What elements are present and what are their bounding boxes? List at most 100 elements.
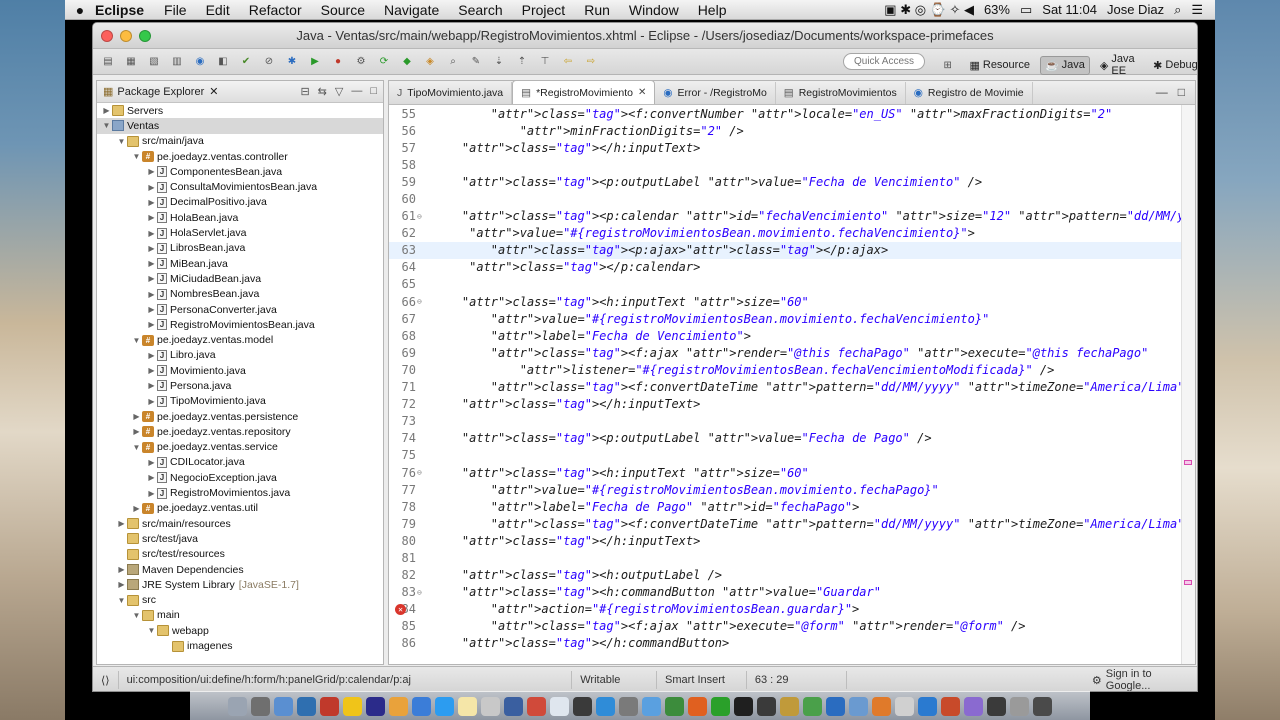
close-view-icon[interactable]: ✕	[209, 85, 218, 98]
perspective-java[interactable]: ☕ Java	[1039, 55, 1090, 75]
code-line[interactable]: 59 "attr">class="tag"><p:outputLabel "at…	[389, 173, 1181, 190]
tree-item[interactable]: ▼ # pe.joedayz.ventas.model	[97, 332, 383, 347]
dock-app-icon[interactable]	[320, 696, 339, 716]
dock-app-icon[interactable]	[826, 696, 845, 716]
code-line[interactable]: 65	[389, 276, 1181, 293]
code-line[interactable]: 85 "attr">class="tag"><f:ajax "attr">exe…	[389, 618, 1181, 635]
expand-toggle-icon[interactable]: ▶	[101, 106, 112, 115]
dock-app-icon[interactable]	[918, 696, 937, 716]
menu-refactor[interactable]: Refactor	[249, 2, 302, 18]
dock-app-icon[interactable]	[550, 696, 569, 716]
code-line[interactable]: 76 ⊖ "attr">class="tag"><h:inputText "att…	[389, 464, 1181, 481]
code-line[interactable]: 75	[389, 447, 1181, 464]
expand-toggle-icon[interactable]: ▶	[131, 504, 142, 513]
build-icon[interactable]: ⚙	[352, 54, 370, 70]
tree-item[interactable]: ▶ # pe.joedayz.ventas.persistence	[97, 409, 383, 424]
prev-annotation-icon[interactable]: ⇡	[513, 54, 531, 70]
expand-toggle-icon[interactable]: ▶	[116, 580, 127, 589]
server-icon[interactable]: ◧	[214, 54, 232, 70]
expand-toggle-icon[interactable]: ▶	[116, 565, 127, 574]
expand-toggle-icon[interactable]: ▶	[146, 198, 157, 207]
expand-toggle-icon[interactable]: ▶	[146, 397, 157, 406]
code-line[interactable]: 63 "attr">class="tag"><p:ajax>"attr">cla…	[389, 241, 1181, 259]
dock-app-icon[interactable]	[1033, 696, 1052, 716]
dock-app-icon[interactable]	[504, 696, 523, 716]
menu-window[interactable]: Window	[629, 2, 679, 18]
save-icon[interactable]: ▦	[122, 54, 140, 70]
code-line[interactable]: 66 ⊖ "attr">class="tag"><h:inputText "att…	[389, 293, 1181, 310]
dock-app-icon[interactable]	[481, 696, 500, 716]
code-line[interactable]: 74 "attr">class="tag"><p:outputLabel "at…	[389, 430, 1181, 447]
fold-toggle-icon[interactable]: ⊖	[417, 468, 422, 477]
expand-toggle-icon[interactable]: ▶	[146, 458, 157, 467]
tree-item[interactable]: ▶ src/main/resources	[97, 516, 383, 531]
expand-toggle-icon[interactable]: ▶	[131, 427, 142, 436]
tree-item[interactable]: ▶ J Persona.java	[97, 378, 383, 393]
breadcrumb-arrows-icon[interactable]: ⟨⟩	[93, 671, 119, 689]
expand-toggle-icon[interactable]: ▶	[146, 320, 157, 329]
tree-item[interactable]: ▼ # pe.joedayz.ventas.service	[97, 440, 383, 455]
tree-item[interactable]: ▶ J ConsultaMovimientosBean.java	[97, 179, 383, 194]
code-line[interactable]: 67 "attr">value="#{registroMovimientosBe…	[389, 310, 1181, 327]
code-line[interactable]: 83 ⊖ "attr">class="tag"><h:commandButton …	[389, 584, 1181, 601]
print-icon[interactable]: ▥	[168, 54, 186, 70]
dock-app-icon[interactable]	[1010, 696, 1029, 716]
expand-toggle-icon[interactable]: ▼	[116, 137, 127, 146]
editor-tab[interactable]: ▤ *RegistroMovimiento ✕	[512, 81, 656, 104]
code-line[interactable]: 84 ✕ "attr">action="#{registroMovimientos…	[389, 601, 1181, 618]
tree-item[interactable]: ▶ Maven Dependencies	[97, 562, 383, 577]
tree-item[interactable]: imagenes	[97, 638, 383, 653]
dock-app-icon[interactable]	[619, 696, 638, 716]
tree-item[interactable]: ▶ J LibrosBean.java	[97, 241, 383, 256]
dock-app-icon[interactable]	[941, 696, 960, 716]
tree-item[interactable]: ▶ J HolaBean.java	[97, 210, 383, 225]
dock-app-icon[interactable]	[642, 696, 661, 716]
tree-item[interactable]: ▶ J RegistroMovimientos.java	[97, 485, 383, 500]
code-line[interactable]: 82 "attr">class="tag"><h:outputLabel />	[389, 567, 1181, 584]
fold-toggle-icon[interactable]: ⊖	[417, 588, 422, 597]
menu-run[interactable]: Run	[584, 2, 610, 18]
apple-menu-icon[interactable]: ●	[65, 2, 95, 18]
tree-item[interactable]: ▼ src	[97, 593, 383, 608]
maximize-editor-icon[interactable]: □	[1178, 85, 1185, 99]
dock-app-icon[interactable]	[228, 696, 247, 716]
run-ext-icon[interactable]: ●	[329, 54, 347, 70]
view-menu-icon[interactable]: ▽	[335, 85, 343, 98]
tree-item[interactable]: ▶ # pe.joedayz.ventas.util	[97, 501, 383, 516]
tree-item[interactable]: ▼ src/main/java	[97, 134, 383, 149]
expand-toggle-icon[interactable]: ▶	[146, 305, 157, 314]
tree-item[interactable]: ▶ J MiCiudadBean.java	[97, 271, 383, 286]
tree-item[interactable]: ▶ J NegocioException.java	[97, 470, 383, 485]
expand-toggle-icon[interactable]: ▶	[146, 229, 157, 238]
annotation-marker[interactable]	[1184, 580, 1192, 585]
code-line[interactable]: 81	[389, 549, 1181, 566]
tree-item[interactable]: ▼ Ventas	[97, 118, 383, 134]
new-icon[interactable]: ▤	[99, 54, 117, 70]
expand-toggle-icon[interactable]: ▼	[131, 443, 142, 452]
dock-app-icon[interactable]	[458, 696, 477, 716]
dock-app-icon[interactable]	[757, 696, 776, 716]
dock-app-icon[interactable]	[964, 696, 983, 716]
perspective-java-ee[interactable]: ◈ Java EE	[1096, 51, 1143, 79]
perspective-resource[interactable]: ▦ Resource	[965, 57, 1033, 74]
maximize-view-icon[interactable]: □	[370, 85, 377, 98]
editor-tab[interactable]: ▤ RegistroMovimientos	[776, 82, 906, 104]
close-tab-icon[interactable]: ✕	[638, 87, 646, 98]
tree-item[interactable]: ▶ J Movimiento.java	[97, 363, 383, 378]
dock-app-icon[interactable]	[849, 696, 868, 716]
tree-item[interactable]: ▶ Servers	[97, 103, 383, 118]
expand-toggle-icon[interactable]: ▶	[146, 244, 157, 253]
dock-app-icon[interactable]	[527, 696, 546, 716]
dock-app-icon[interactable]	[274, 696, 293, 716]
editor-tab[interactable]: J TipoMovimiento.java	[389, 82, 513, 104]
code-line[interactable]: 86 "attr">class="tag"></h:commandButton>	[389, 635, 1181, 652]
tree-item[interactable]: ▶ J HolaServlet.java	[97, 225, 383, 240]
menu-search[interactable]: Search	[458, 2, 502, 18]
tree-item[interactable]: ▶ J NombresBean.java	[97, 287, 383, 302]
minimize-view-icon[interactable]: —	[351, 85, 362, 98]
expand-toggle-icon[interactable]: ▼	[116, 596, 127, 605]
code-line[interactable]: 69 "attr">class="tag"><f:ajax "attr">ren…	[389, 344, 1181, 361]
app-menu[interactable]: Eclipse	[95, 2, 144, 18]
code-line[interactable]: 80 "attr">class="tag"></h:inputText>	[389, 532, 1181, 549]
expand-toggle-icon[interactable]: ▶	[146, 351, 157, 360]
